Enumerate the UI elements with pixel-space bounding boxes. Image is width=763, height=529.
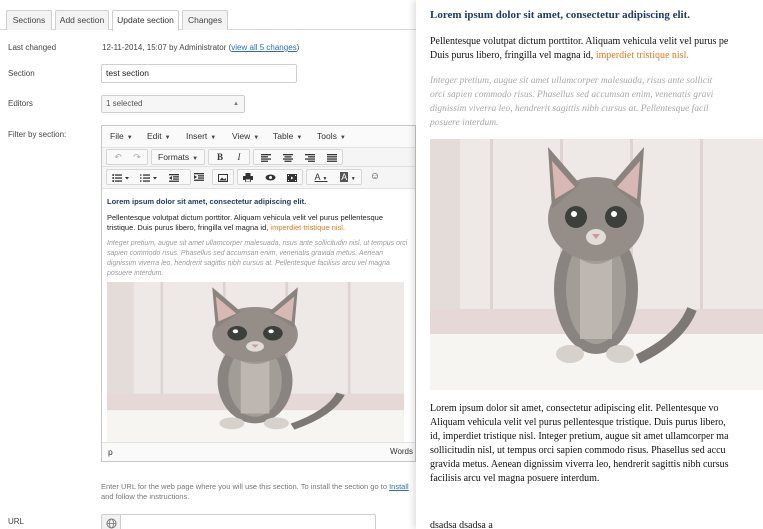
element-path[interactable]: p (108, 447, 113, 457)
editors-select-value: 1 selected (106, 99, 143, 108)
editor-content[interactable]: Lorem ipsum dolor sit amet, consectetur … (102, 189, 415, 444)
preview-para1-line: Pellentesque volutpat dictum porttitor. … (430, 36, 729, 47)
redo-icon[interactable]: ↷ (128, 151, 146, 164)
align-group (253, 149, 343, 165)
editor-paragraph-1: Pellentesque volutpat dictum porttitor. … (107, 213, 383, 232)
preview-paragraph-link[interactable]: imperdiet tristique nisl. (596, 50, 689, 61)
preview-paragraph-3: Lorem ipsum dolor sit amet, consectetur … (430, 402, 763, 486)
emoticons-icon[interactable]: ☺ (366, 170, 384, 183)
editor-paragraph-2: Integer pretium, augue sit amet ullamcor… (107, 240, 408, 277)
preview-panel: Lorem ipsum dolor sit amet, consectetur … (416, 0, 763, 529)
tab-add-section[interactable]: Add section (55, 10, 109, 30)
editor-statusbar: p Words (102, 442, 415, 461)
preview-para2-line: orci sapien commodo risus. Phasellus sed… (430, 90, 714, 100)
menu-tools[interactable]: Tools ▼ (317, 131, 346, 141)
editors-select[interactable]: 1 selected ▲ (101, 95, 245, 113)
formats-dropdown[interactable]: Formats ▼ (158, 151, 198, 164)
italic-icon[interactable]: I (230, 151, 248, 164)
view-all-changes-link[interactable]: view all 5 changes (231, 43, 296, 52)
caret-down-icon: ▼ (296, 135, 303, 141)
color-group: A ▼ A ▼ (306, 169, 362, 185)
kitten-image[interactable] (107, 282, 404, 444)
indent-icon[interactable] (190, 170, 208, 183)
preview-para2-line: dignissim viverra leo, hendrerit sagitti… (430, 104, 709, 114)
preview-para3-line: Lorem ipsum dolor sit amet, consectetur … (430, 403, 719, 414)
preview-eye-icon[interactable] (261, 171, 279, 184)
bold-icon[interactable]: B (211, 151, 229, 164)
tab-changes[interactable]: Changes (182, 10, 228, 30)
last-changed-value: 12-11-2014, 15:07 by Administrator (view… (102, 43, 299, 52)
image-icon[interactable] (214, 171, 232, 184)
caret-down-icon: ▼ (126, 135, 133, 141)
editor-menubar: File ▼ Edit ▼ Insert ▼ View ▼ Table ▼ Tools ▼ (102, 126, 415, 148)
preview-para3-line: gravida metus. Aenean dignissim viverra … (430, 459, 729, 470)
preview-para2-line: posuere interdum. (430, 118, 499, 128)
media-icon[interactable] (283, 171, 301, 184)
globe-icon (102, 515, 121, 529)
help-text: Enter URL for the web page where you wil… (101, 482, 409, 501)
image-group (212, 169, 234, 185)
preview-para3-line: Aliquam vehicula velit vel purus pellent… (430, 417, 726, 428)
align-justify-icon[interactable] (323, 151, 341, 164)
preview-para3-line: id, imperdiet tristique nisl. Integer pr… (430, 431, 729, 442)
list-group (106, 169, 191, 185)
preview-para1-line: Duis purus libero, fringilla vel magna i… (430, 50, 689, 61)
align-center-icon[interactable] (279, 151, 297, 164)
admin-panel: Sections Add section Update section Chan… (0, 0, 416, 529)
tab-update-section[interactable]: Update section (112, 10, 179, 31)
numbered-list-icon[interactable] (137, 171, 161, 184)
menu-edit[interactable]: Edit ▼ (147, 131, 171, 141)
editors-label: Editors (8, 99, 33, 108)
last-changed-text: 12-11-2014, 15:07 by Administrator ( (102, 43, 232, 52)
text-color-icon[interactable]: A ▼ (309, 171, 333, 184)
outdent-icon[interactable] (165, 171, 183, 184)
select-arrows-icon: ▲ (233, 101, 239, 107)
url-label: URL (8, 517, 25, 526)
editor-toolbar-row-2: A ▼ A ▼ ☺ (102, 167, 415, 189)
word-count: Words (390, 447, 413, 456)
menu-table[interactable]: Table ▼ (273, 131, 302, 141)
menu-file[interactable]: File ▼ (110, 131, 133, 141)
background-color-icon[interactable]: A ▼ (336, 171, 360, 184)
last-changed-close: ) (296, 43, 300, 52)
editor-paragraph-link[interactable]: imperdiet tristique nisl. (270, 223, 345, 232)
preview-heading: Lorem ipsum dolor sit amet, consectetur … (430, 9, 691, 21)
tab-bar: Sections Add section Update section Chan… (0, 0, 416, 31)
menu-view[interactable]: View ▼ (232, 131, 259, 141)
history-group: ↶ ↷ (106, 149, 148, 165)
section-label: Section (8, 69, 35, 78)
install-link[interactable]: Install (389, 482, 409, 491)
caret-down-icon: ▼ (339, 135, 346, 141)
url-field[interactable] (101, 514, 376, 529)
preview-paragraph-1: Pellentesque volutpat dictum porttitor. … (430, 35, 763, 63)
preview-tail-text: dsadsa dsadsa a (430, 520, 493, 529)
rich-text-editor: File ▼ Edit ▼ Insert ▼ View ▼ Table ▼ Tools ▼ … (101, 125, 416, 462)
caret-down-icon: ▼ (210, 135, 217, 141)
tab-sections[interactable]: Sections (6, 10, 52, 30)
undo-icon[interactable]: ↶ (109, 151, 127, 164)
editor-toolbar-row-1: ↶ ↷ Formats ▼ B I (102, 148, 415, 167)
section-input[interactable]: test section (101, 64, 297, 83)
caret-down-icon: ▼ (253, 135, 260, 141)
menu-insert[interactable]: Insert ▼ (186, 131, 216, 141)
caret-down-icon: ▼ (164, 135, 171, 141)
print-icon[interactable] (239, 171, 257, 184)
preview-para2-line: Integer pretium, augue sit amet ullamcor… (430, 76, 713, 86)
editor-heading: Lorem ipsum dolor sit amet, consectetur … (107, 197, 307, 206)
misc-group (237, 169, 303, 185)
bullet-list-icon[interactable] (109, 171, 133, 184)
text-style-group: B I (208, 149, 250, 165)
preview-para3-line: sollicitudin nisl, ut tempus orci sapien… (430, 445, 726, 456)
align-left-icon[interactable] (257, 151, 275, 164)
align-right-icon[interactable] (301, 151, 319, 164)
last-changed-label: Last changed (8, 43, 57, 52)
caret-down-icon: ▼ (192, 156, 199, 162)
preview-para3-line: facilisis arcu vel magna posuere interdu… (430, 473, 600, 484)
filter-label: Filter by section: (8, 130, 67, 139)
preview-kitten-image (430, 139, 763, 390)
formats-group: Formats ▼ (151, 149, 205, 165)
preview-paragraph-2: Integer pretium, augue sit amet ullamcor… (430, 74, 763, 130)
